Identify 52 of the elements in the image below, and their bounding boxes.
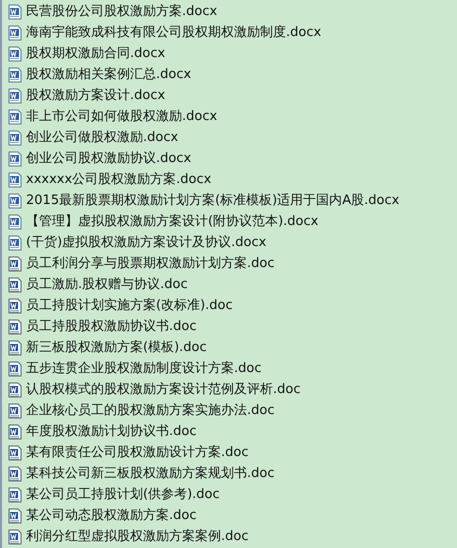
file-name[interactable]: 股权激励相关案例汇总.docx [26, 66, 192, 82]
file-name[interactable]: 股权期权激励合同.docx [26, 46, 166, 62]
document-icon [7, 444, 23, 460]
file-name[interactable]: 海南宇能致成科技有限公司股权期权激励制度.docx [26, 24, 322, 40]
file-name[interactable]: 员工利润分享与股票期权激励计划方案.doc [26, 256, 274, 272]
document-icon [7, 340, 23, 356]
document-icon [7, 528, 23, 544]
document-icon [7, 360, 23, 376]
file-name[interactable]: 新三板股权激励方案(模板).doc [26, 340, 207, 356]
document-icon [7, 276, 23, 292]
document-icon [7, 508, 23, 524]
file-name[interactable]: 年度股权激励计划协议书.doc [26, 424, 196, 440]
file-name[interactable]: 五步连贯企业股权激励制度设计方案.doc [26, 360, 262, 376]
document-icon [7, 24, 23, 40]
file-name[interactable]: 员工持股计划实施方案(改标准).doc [26, 298, 233, 314]
document-icon [7, 318, 23, 334]
document-icon [7, 402, 23, 418]
file-name[interactable]: 员工激励.股权赠与协议.doc [26, 276, 188, 292]
document-icon [7, 466, 23, 482]
document-icon [7, 192, 23, 208]
file-name[interactable]: 股权激励方案设计.docx [26, 88, 166, 104]
file-name[interactable]: xxxxxx公司股权激励方案.docx [26, 172, 212, 188]
file-name[interactable]: 企业核心员工的股权激励方案实施办法.doc [26, 402, 274, 418]
document-icon [7, 108, 23, 124]
file-name[interactable]: 【管理】虚拟股权激励方案设计(附协议范本).docx [26, 214, 318, 230]
document-icon [7, 46, 23, 62]
file-name[interactable]: 员工持股股权激励协议书.doc [26, 318, 196, 334]
document-icon [7, 88, 23, 104]
document-icon [7, 298, 23, 314]
file-name[interactable]: 创业公司做股权激励.docx [26, 130, 178, 146]
document-icon [7, 130, 23, 146]
file-name[interactable]: 某公司员工持股计划(供参考).doc [26, 486, 220, 502]
file-name[interactable]: 利润分红型虚拟股权激励方案案例.doc [26, 528, 248, 544]
file-name[interactable]: 某科技公司新三板股权激励方案规划书.doc [26, 466, 274, 482]
document-icon [7, 214, 23, 230]
document-icon [7, 4, 23, 20]
document-icon [7, 256, 23, 272]
document-icon [7, 424, 23, 440]
file-name[interactable]: (干货)虚拟股权激励方案设计及协议.docx [26, 234, 266, 250]
document-icon [7, 382, 23, 398]
document-icon [7, 172, 23, 188]
file-name[interactable]: 认股权模式的股权激励方案设计范例及评析.doc [26, 382, 300, 398]
file-name[interactable]: 非上市公司如何做股权激励.docx [26, 108, 218, 124]
document-icon [7, 150, 23, 166]
file-name[interactable]: 民营股份公司股权激励方案.docx [26, 4, 218, 20]
file-name[interactable]: 创业公司股权激励协议.docx [26, 150, 192, 166]
file-name[interactable]: 2015最新股票期权激励计划方案(标准模板)适用于国内A股.docx [26, 192, 400, 208]
document-icon [7, 234, 23, 250]
document-icon [7, 486, 23, 502]
file-name[interactable]: 某有限责任公司股权激励设计方案.doc [26, 444, 248, 460]
document-icon [7, 66, 23, 82]
file-name[interactable]: 某公司动态股权激励方案.doc [26, 508, 196, 524]
